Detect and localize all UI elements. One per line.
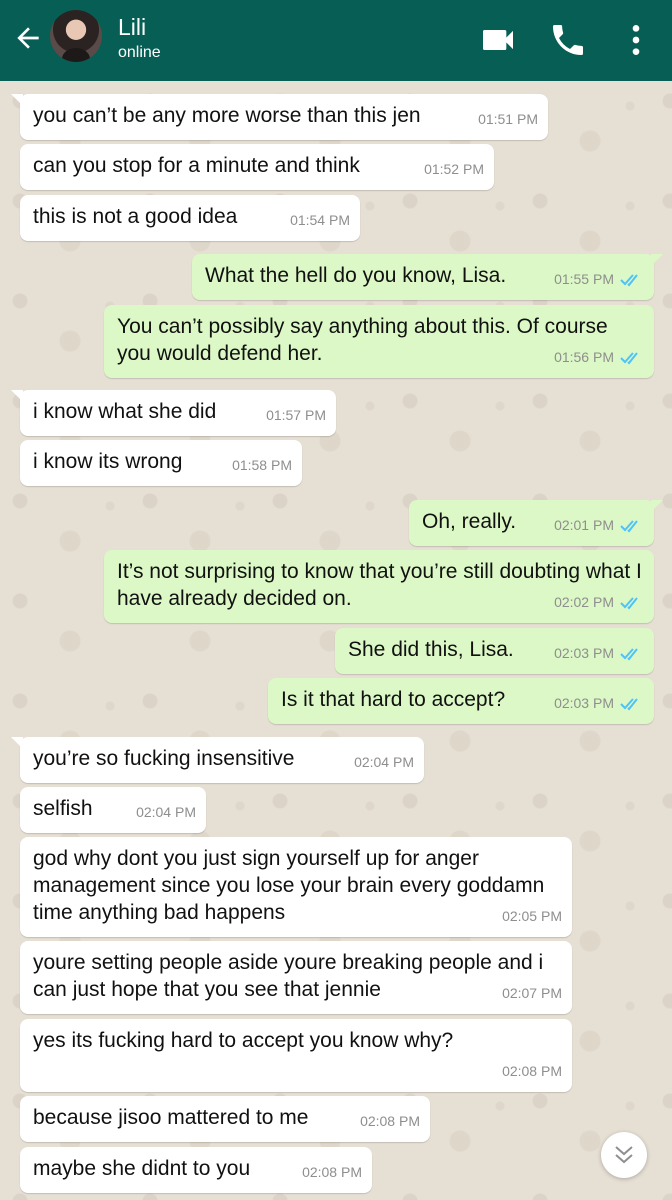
message-time: 02:08 PM: [302, 1164, 362, 1180]
message-text: you can’t be any more worse than this je…: [33, 104, 421, 127]
message-time: 01:54 PM: [290, 212, 350, 228]
message-text: can you stop for a minute and think: [33, 154, 360, 177]
message-meta: 01:55 PM: [554, 266, 644, 293]
contact-status: online: [118, 44, 161, 61]
message-list[interactable]: you can’t be any more worse than this je…: [0, 81, 672, 1200]
message-time: 02:07 PM: [502, 985, 562, 1001]
double-check-icon: [620, 273, 638, 286]
double-check-icon: [620, 697, 638, 710]
message-meta: 01:58 PM: [232, 452, 292, 479]
double-check-icon: [620, 596, 638, 609]
message-meta: 02:03 PM: [554, 690, 644, 717]
message-bubble-outgoing[interactable]: Is it that hard to accept? 02:03 PM: [268, 678, 654, 724]
message-meta: 02:02 PM: [554, 589, 644, 616]
message-bubble-outgoing[interactable]: It’s not surprising to know that you’re …: [104, 550, 654, 623]
message-bubble-outgoing[interactable]: You can’t possibly say anything about th…: [104, 305, 654, 378]
message-meta: 02:07 PM: [502, 980, 562, 1007]
message-bubble-incoming[interactable]: i know what she did 01:57 PM: [11, 390, 336, 436]
avatar[interactable]: [50, 10, 102, 62]
message-meta: 02:05 PM: [502, 903, 562, 930]
message-bubble-outgoing[interactable]: She did this, Lisa. 02:03 PM: [335, 628, 654, 674]
chat-header: Lili online: [0, 0, 672, 81]
message-text: youre setting people aside youre breakin…: [33, 951, 550, 1001]
message-bubble-outgoing[interactable]: What the hell do you know, Lisa. 01:55 P…: [192, 254, 663, 300]
phone-icon[interactable]: [548, 20, 588, 60]
message-bubble-incoming[interactable]: you’re so fucking insensitive 02:04 PM: [11, 737, 424, 783]
contact-name[interactable]: Lili: [118, 14, 146, 41]
double-chevron-down-icon: [615, 1146, 633, 1164]
message-time: 02:02 PM: [554, 594, 614, 610]
message-meta: 02:04 PM: [136, 799, 196, 826]
double-check-icon: [620, 351, 638, 364]
message-meta: 01:57 PM: [266, 402, 326, 429]
message-time: 02:04 PM: [354, 754, 414, 770]
message-time: 01:58 PM: [232, 457, 292, 473]
message-text: yes its fucking hard to accept you know …: [33, 1029, 454, 1052]
message-time: 02:01 PM: [554, 517, 614, 533]
message-meta: 01:51 PM: [478, 106, 538, 133]
message-meta: 02:08 PM: [302, 1159, 362, 1186]
message-time: 02:03 PM: [554, 695, 614, 711]
message-time: 01:51 PM: [478, 111, 538, 127]
message-meta: 01:52 PM: [424, 156, 484, 183]
message-bubble-incoming[interactable]: you can’t be any more worse than this je…: [11, 94, 548, 140]
message-bubble-incoming[interactable]: maybe she didnt to you 02:08 PM: [20, 1147, 372, 1193]
message-time: 01:55 PM: [554, 271, 614, 287]
message-meta: 01:54 PM: [290, 207, 350, 234]
arrow-left-icon[interactable]: [12, 22, 44, 54]
double-check-icon: [620, 519, 638, 532]
more-vert-icon[interactable]: [616, 20, 656, 60]
message-time: 02:03 PM: [554, 645, 614, 661]
message-time: 02:08 PM: [502, 1063, 562, 1079]
message-meta: 02:03 PM: [554, 640, 644, 667]
message-meta: 02:08 PM: [502, 1058, 562, 1085]
message-bubble-incoming[interactable]: because jisoo mattered to me 02:08 PM: [20, 1096, 430, 1142]
scroll-to-bottom-button[interactable]: [601, 1132, 647, 1178]
message-time: 02:08 PM: [360, 1113, 420, 1129]
message-meta: 02:08 PM: [360, 1108, 420, 1135]
message-bubble-incoming[interactable]: selfish 02:04 PM: [20, 787, 206, 833]
message-time: 01:56 PM: [554, 349, 614, 365]
message-meta: 02:04 PM: [354, 749, 414, 776]
message-bubble-incoming[interactable]: yes its fucking hard to accept you know …: [20, 1019, 572, 1092]
double-check-icon: [620, 647, 638, 660]
message-bubble-incoming[interactable]: youre setting people aside youre breakin…: [20, 941, 572, 1014]
video-camera-icon[interactable]: [478, 20, 518, 60]
message-time: 02:04 PM: [136, 804, 196, 820]
message-time: 02:05 PM: [502, 908, 562, 924]
message-bubble-incoming[interactable]: can you stop for a minute and think 01:5…: [20, 144, 494, 190]
message-time: 01:57 PM: [266, 407, 326, 423]
message-bubble-outgoing[interactable]: Oh, really. 02:01 PM: [409, 500, 663, 546]
message-time: 01:52 PM: [424, 161, 484, 177]
message-bubble-incoming[interactable]: i know its wrong 01:58 PM: [20, 440, 302, 486]
message-bubble-incoming[interactable]: this is not a good idea 01:54 PM: [20, 195, 360, 241]
message-text: god why dont you just sign yourself up f…: [33, 847, 551, 924]
message-meta: 02:01 PM: [554, 512, 644, 539]
message-bubble-incoming[interactable]: god why dont you just sign yourself up f…: [20, 837, 572, 937]
message-meta: 01:56 PM: [554, 344, 644, 371]
